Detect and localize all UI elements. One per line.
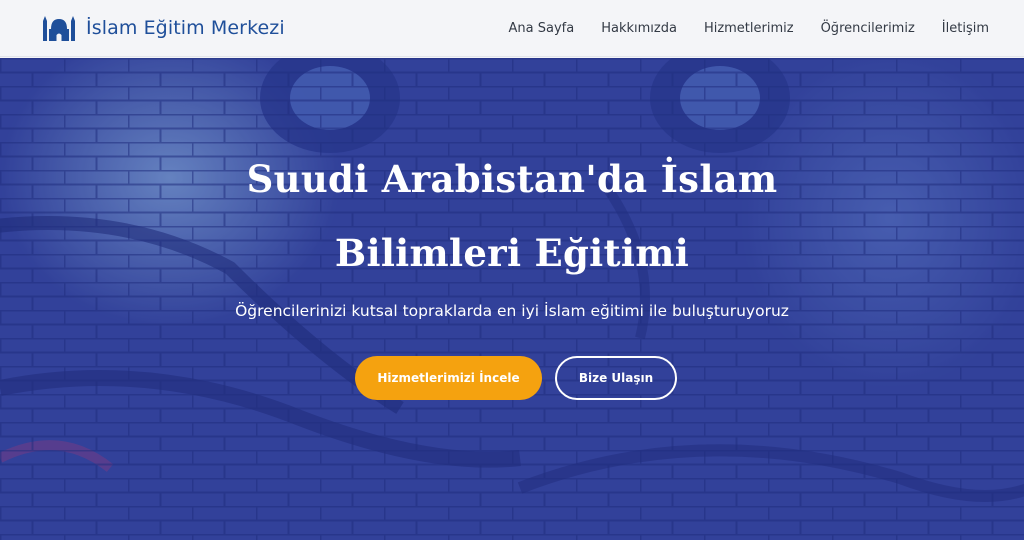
hero-content: Suudi Arabistan'da İslam Bilimleri Eğiti… [0, 58, 1024, 540]
navbar: İslam Eğitim Merkezi Ana Sayfa Hakkımızd… [0, 0, 1024, 57]
hero-subtitle: Öğrencilerinizi kutsal topraklarda en iy… [235, 302, 789, 320]
nav-item-ogrencilerimiz[interactable]: Öğrencilerimiz [821, 21, 915, 36]
mosque-icon [43, 16, 75, 41]
nav-item-hakkimizda[interactable]: Hakkımızda [601, 21, 677, 36]
hero-title-line-1: Suudi Arabistan'da İslam [246, 157, 778, 201]
main-nav: Ana Sayfa Hakkımızda Hizmetlerimiz Öğren… [509, 21, 989, 36]
view-services-button[interactable]: Hizmetlerimizi İncele [355, 356, 542, 400]
brand-name: İslam Eğitim Merkezi [86, 17, 285, 39]
nav-item-ana-sayfa[interactable]: Ana Sayfa [509, 21, 575, 36]
nav-item-hizmetlerimiz[interactable]: Hizmetlerimiz [704, 21, 794, 36]
hero-section: Suudi Arabistan'da İslam Bilimleri Eğiti… [0, 58, 1024, 540]
hero-title-line-2: Bilimleri Eğitimi [334, 231, 690, 275]
hero-title: Suudi Arabistan'da İslam Bilimleri Eğiti… [162, 142, 862, 290]
contact-us-button[interactable]: Bize Ulaşın [555, 356, 677, 400]
nav-item-iletisim[interactable]: İletişim [942, 21, 989, 36]
brand-link[interactable]: İslam Eğitim Merkezi [42, 15, 285, 41]
